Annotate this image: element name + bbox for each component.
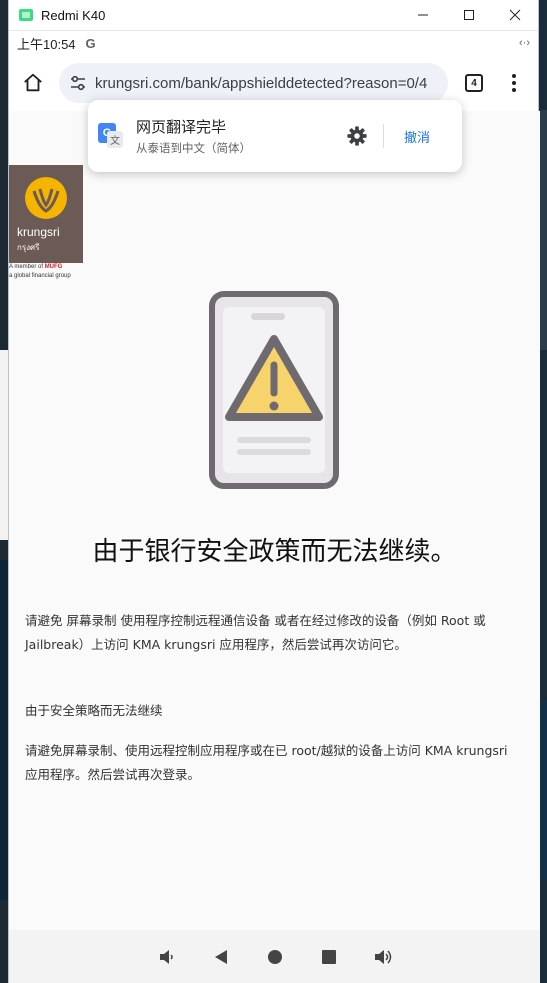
recents-icon: [321, 949, 336, 964]
google-translate-icon: G文: [98, 123, 124, 149]
gear-icon: [347, 126, 367, 146]
home-button[interactable]: [13, 63, 53, 103]
window-title: Redmi K40: [41, 7, 106, 23]
minimize-icon: [418, 14, 428, 16]
desktop-background-left: [0, 0, 8, 983]
page-headline: 由于银行安全政策而无法继续。: [92, 537, 457, 567]
logo-name: krungsri: [17, 225, 60, 239]
more-menu-button[interactable]: [494, 63, 534, 103]
url-text: krungsri.com/bank/appshielddetected?reas…: [95, 74, 428, 92]
maximize-button[interactable]: [446, 0, 492, 31]
logo-thai: กรุงศรี: [17, 243, 40, 252]
volume-down-button[interactable]: [157, 947, 177, 967]
kebab-icon: [512, 74, 516, 92]
logo-tagline: A member of MUFG a global financial grou…: [9, 263, 89, 281]
tab-count: 4: [465, 74, 483, 92]
android-app-icon: [19, 9, 33, 21]
emulator-window: Redmi K40 上午10:54 G ‹·› krungsri.com/ban…: [8, 0, 540, 983]
volume-up-icon: [374, 949, 391, 964]
status-time: 上午10:54: [17, 36, 76, 52]
minimize-button[interactable]: [400, 0, 446, 31]
home-circle-icon: [267, 949, 282, 964]
message-paragraph-3: 请避免屏幕录制、使用远程控制应用程序或在已 root/越狱的设备上访问 KMA …: [25, 743, 508, 782]
group-text: a global financial group: [9, 273, 71, 279]
translate-subtitle: 从泰语到中文（简体）: [136, 141, 251, 155]
translate-divider: [382, 124, 384, 148]
volume-down-icon: [159, 949, 173, 964]
translate-settings-button[interactable]: [343, 122, 371, 150]
back-icon: [214, 949, 227, 964]
status-right-icon: ‹·›: [519, 37, 530, 49]
mufg-text: MUFG: [44, 264, 63, 270]
recents-button[interactable]: [319, 947, 339, 967]
google-icon: G: [85, 35, 96, 51]
maximize-icon: [464, 10, 474, 20]
home-nav-button[interactable]: [265, 947, 285, 967]
window-titlebar[interactable]: Redmi K40: [9, 0, 538, 31]
web-page-content: krungsri กรุงศรี A member of MUFG a glob…: [9, 111, 540, 930]
site-info-icon[interactable]: [69, 75, 87, 91]
desktop-background-right: [539, 0, 547, 983]
home-icon: [24, 73, 42, 92]
tab-switcher-button[interactable]: 4: [454, 63, 494, 103]
krungsri-emblem-icon: [25, 177, 67, 219]
translate-popup: G文 网页翻译完毕 从泰语到中文（简体）: [88, 100, 462, 172]
emulator-navigation-bar: [9, 930, 540, 983]
address-bar[interactable]: krungsri.com/bank/appshielddetected?reas…: [59, 63, 448, 103]
krungsri-logo: krungsri กรุงศรี: [9, 165, 83, 263]
translate-undo-button[interactable]: 撤消: [404, 127, 430, 146]
close-icon: [509, 9, 521, 21]
back-button[interactable]: [211, 947, 231, 967]
android-status-bar: 上午10:54 G ‹·›: [9, 31, 538, 55]
member-text: A member of: [9, 264, 44, 270]
close-button[interactable]: [492, 0, 538, 31]
volume-up-button[interactable]: [373, 947, 393, 967]
phone-warning-illustration: [209, 291, 339, 489]
message-paragraph-1: 请避免 屏幕录制 使用程序控制远程通信设备 或者在经过修改的设备（例如 Root…: [25, 613, 486, 652]
translate-title: 网页翻译完毕: [136, 118, 227, 136]
message-heading-2: 由于安全策略而无法继续: [25, 703, 163, 718]
